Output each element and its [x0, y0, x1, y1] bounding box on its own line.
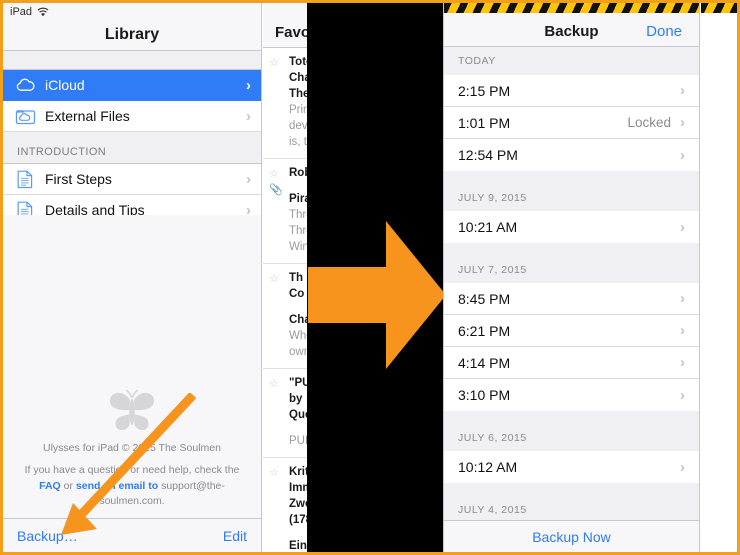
chevron-right-icon: › [246, 107, 251, 125]
backup-row[interactable]: 6:21 PM › [444, 315, 699, 347]
backup-time: 2:15 PM [458, 82, 511, 99]
status-bar: iPad [3, 3, 261, 20]
hazard-stripe-decoration-right [701, 3, 737, 13]
sidebar-footer-info: Ulysses for iPad © 2015 The Soulmen If y… [3, 388, 261, 518]
backup-time: 1:01 PM [458, 114, 511, 131]
chevron-right-icon: › [680, 386, 685, 404]
library-sidebar: iPad Library iCloud › External Files › I… [3, 3, 262, 552]
edit-button[interactable]: Edit [223, 528, 247, 544]
right-edge-strip [701, 3, 737, 552]
star-icon: ☆ [269, 57, 279, 69]
chevron-right-icon: › [680, 290, 685, 307]
butterfly-logo-icon [3, 388, 261, 436]
backup-row[interactable]: 10:21 AM › [444, 211, 699, 243]
done-button[interactable]: Done [646, 23, 682, 40]
backup-group-header: JULY 6, 2015 [444, 411, 699, 451]
sidebar-section-header: INTRODUCTION [3, 132, 261, 164]
chevron-right-icon: › [680, 322, 685, 339]
backup-group-header: JULY 4, 2015 [444, 483, 699, 520]
backup-now-button[interactable]: Backup Now [444, 520, 699, 552]
sidebar-item-external-files[interactable]: External Files › [3, 101, 261, 132]
paperclip-icon: 📎 [269, 184, 283, 196]
chevron-right-icon: › [680, 354, 685, 371]
hazard-stripe-decoration [444, 3, 699, 13]
black-occlusion-overlay [307, 3, 443, 552]
backup-group-header: TODAY [444, 47, 699, 75]
star-icon: ☆ [269, 168, 279, 180]
sidebar-item-label: External Files [45, 108, 130, 124]
status-bar-device: iPad [10, 5, 33, 18]
page-title: Library [3, 20, 261, 51]
faq-link[interactable]: FAQ [39, 480, 61, 492]
backup-row[interactable]: 3:10 PM › [444, 379, 699, 411]
backup-time: 12:54 PM [458, 147, 518, 163]
backup-row[interactable]: 4:14 PM › [444, 347, 699, 379]
backup-time: 10:21 AM [458, 219, 518, 235]
backup-time: 4:14 PM [458, 354, 511, 371]
help-text: If you have a question or need help, che… [3, 463, 261, 509]
help-middle: or [60, 479, 76, 492]
chevron-right-icon: › [680, 82, 685, 99]
chevron-right-icon: › [680, 218, 685, 236]
backup-button[interactable]: Backup… [17, 528, 78, 544]
copyright-text: Ulysses for iPad © 2015 The Soulmen [43, 442, 221, 455]
star-icon: ☆ [269, 273, 279, 285]
document-icon [14, 169, 36, 189]
chevron-right-icon: › [680, 458, 685, 476]
sidebar-item-label: First Steps [45, 171, 112, 187]
chevron-right-icon: › [680, 114, 685, 131]
backup-row[interactable]: 2:15 PM › [444, 75, 699, 107]
sidebar-item-icloud[interactable]: iCloud › [3, 70, 261, 101]
star-icon: ☆ [269, 467, 279, 479]
backup-time: 10:12 AM [458, 459, 518, 475]
backup-row[interactable]: 12:54 PM › [444, 139, 699, 171]
backup-group-list: TODAY 2:15 PM › 1:01 PM Locked › 12:54 PM › JULY… [444, 47, 699, 520]
chevron-right-icon: › [680, 146, 685, 164]
chevron-right-icon: › [246, 76, 251, 94]
backup-row[interactable]: 1:01 PM Locked › [444, 107, 699, 139]
sidebar-toolbar: Backup… Edit [3, 518, 261, 552]
sidebar-item-first-steps[interactable]: First Steps › [3, 164, 261, 195]
backup-group-header: JULY 7, 2015 [444, 243, 699, 283]
wifi-icon [37, 7, 49, 17]
backup-popover: Backup Done TODAY 2:15 PM › 1:01 PM Locked › 1… [443, 3, 700, 552]
cloud-icon [14, 75, 36, 95]
help-prefix: If you have a question or need help, che… [24, 464, 240, 477]
backup-group-header: JULY 9, 2015 [444, 171, 699, 211]
folder-cloud-icon [14, 106, 36, 126]
screenshot-root: iPad Library iCloud › External Files › I… [0, 0, 740, 555]
star-icon: ☆ [269, 378, 279, 390]
chevron-right-icon: › [246, 170, 251, 188]
send-email-link[interactable]: send an email to [76, 480, 158, 492]
backup-time: 3:10 PM [458, 387, 511, 403]
backup-time: 8:45 PM [458, 290, 511, 307]
backup-time: 6:21 PM [458, 322, 511, 339]
backup-list-scroll[interactable]: TODAY 2:15 PM › 1:01 PM Locked › 12:54 PM › JULY… [444, 47, 699, 520]
sidebar-top-gap [3, 51, 261, 70]
backup-row[interactable]: 8:45 PM › [444, 283, 699, 315]
backup-row[interactable]: 10:12 AM › [444, 451, 699, 483]
backup-status-badge: Locked [627, 115, 671, 130]
sidebar-item-label: iCloud [45, 77, 85, 93]
